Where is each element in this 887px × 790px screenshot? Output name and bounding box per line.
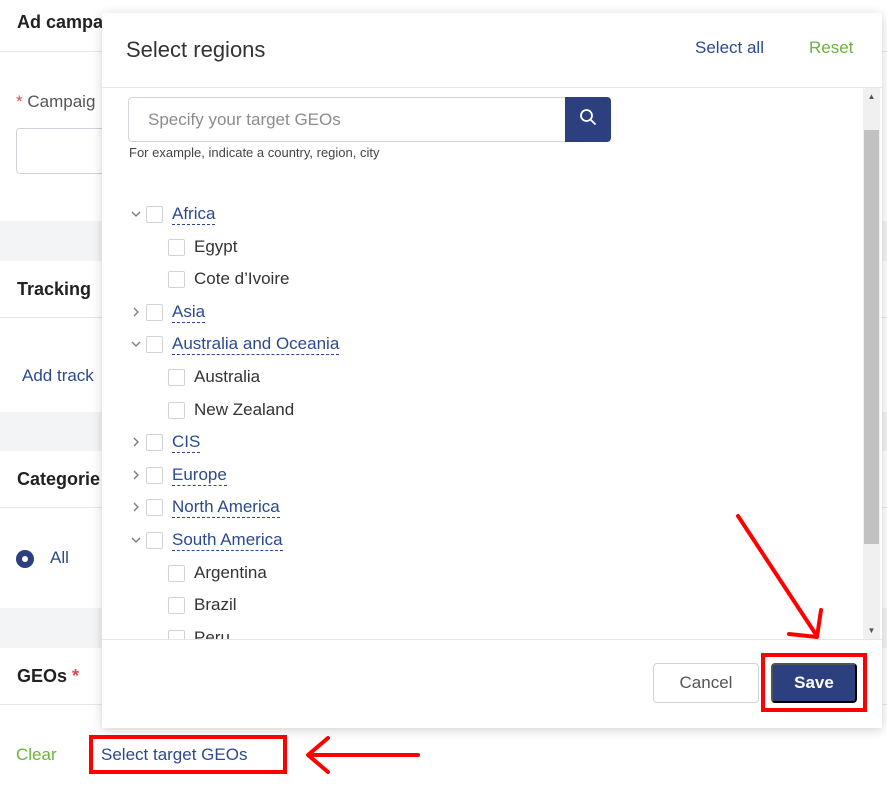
scroll-up-arrow-icon[interactable]: ▲	[863, 88, 880, 105]
country-row: Argentina	[168, 561, 267, 585]
region-row: South America	[128, 528, 283, 552]
country-row: Egypt	[168, 235, 237, 259]
region-label[interactable]: Africa	[172, 204, 216, 225]
regions-scroll-area[interactable]: For example, indicate a country, region,…	[102, 88, 882, 639]
chevron-right-icon[interactable]	[128, 467, 144, 483]
search-button[interactable]	[565, 97, 611, 142]
country-label: Egypt	[194, 237, 238, 256]
ad-campaign-title: Ad campa	[17, 12, 104, 32]
all-categories-radio[interactable]	[16, 550, 34, 568]
scrollbar-thumb[interactable]	[864, 130, 879, 544]
region-label[interactable]: Asia	[172, 302, 206, 323]
country-label: New Zealand	[194, 400, 295, 419]
region-label[interactable]: North America	[172, 497, 280, 518]
required-marker: *	[16, 92, 23, 111]
geos-title-text: GEOs	[17, 666, 68, 686]
region-checkbox[interactable]	[146, 335, 163, 353]
region-label[interactable]: South America	[172, 530, 283, 551]
country-checkbox[interactable]	[168, 629, 185, 639]
country-row: Brazil	[168, 593, 237, 617]
select-all-link[interactable]: Select all	[695, 38, 764, 58]
country-checkbox[interactable]	[168, 238, 185, 256]
country-label: Cote d’Ivoire	[194, 269, 290, 288]
select-regions-modal: Select regions Select all Reset For exam…	[102, 13, 882, 728]
categories-title: Categorie	[17, 469, 101, 489]
clear-geos-link[interactable]: Clear	[16, 745, 57, 765]
tracking-title: Tracking	[17, 279, 92, 299]
country-checkbox[interactable]	[168, 368, 185, 386]
region-label[interactable]: Australia and Oceania	[172, 334, 340, 355]
region-checkbox[interactable]	[146, 303, 163, 321]
region-row: North America	[128, 495, 280, 519]
region-label[interactable]: Europe	[172, 465, 227, 486]
country-label: Brazil	[194, 595, 237, 614]
country-checkbox[interactable]	[168, 564, 185, 582]
region-checkbox[interactable]	[146, 498, 163, 516]
required-marker: *	[72, 666, 80, 686]
geo-search-input[interactable]	[128, 97, 566, 142]
chevron-right-icon[interactable]	[128, 304, 144, 320]
geos-title: GEOs *	[17, 666, 79, 687]
region-label[interactable]: CIS	[172, 432, 201, 453]
region-checkbox[interactable]	[146, 433, 163, 451]
country-row: Cote d’Ivoire	[168, 267, 289, 291]
reset-link[interactable]: Reset	[809, 38, 853, 58]
highlight-box-select-target	[89, 735, 287, 774]
region-row: Europe	[128, 463, 227, 487]
modal-title: Select regions	[126, 37, 266, 62]
region-checkbox[interactable]	[146, 531, 163, 549]
chevron-down-icon[interactable]	[128, 532, 144, 548]
country-label: Argentina	[194, 563, 267, 582]
chevron-right-icon[interactable]	[128, 434, 144, 450]
chevron-right-icon[interactable]	[128, 499, 144, 515]
country-row: Peru	[168, 626, 230, 639]
search-hint: For example, indicate a country, region,…	[129, 145, 380, 160]
divider	[102, 639, 882, 640]
region-row: Australia and Oceania	[128, 332, 340, 356]
scrollbar[interactable]: ▲ ▼	[863, 88, 880, 639]
campaign-label-text: Campaig	[27, 92, 96, 111]
country-row: Australia	[168, 365, 260, 389]
campaign-name-label: * Campaig	[16, 92, 95, 112]
region-row: CIS	[128, 430, 201, 454]
cancel-button[interactable]: Cancel	[653, 663, 759, 703]
search-icon	[579, 108, 597, 131]
country-checkbox[interactable]	[168, 270, 185, 288]
scroll-down-arrow-icon[interactable]: ▼	[863, 622, 880, 639]
country-checkbox[interactable]	[168, 596, 185, 614]
country-row: New Zealand	[168, 398, 294, 422]
chevron-down-icon[interactable]	[128, 336, 144, 352]
region-row: Africa	[128, 202, 216, 226]
country-label: Peru	[194, 628, 230, 639]
region-checkbox[interactable]	[146, 466, 163, 484]
chevron-down-icon[interactable]	[128, 206, 144, 222]
all-categories-label: All	[50, 548, 69, 567]
highlight-box-save	[761, 653, 867, 712]
region-row: Asia	[128, 300, 206, 324]
region-checkbox[interactable]	[146, 205, 163, 223]
country-label: Australia	[194, 367, 261, 386]
country-checkbox[interactable]	[168, 401, 185, 419]
add-tracking-link[interactable]: Add track	[22, 366, 94, 386]
